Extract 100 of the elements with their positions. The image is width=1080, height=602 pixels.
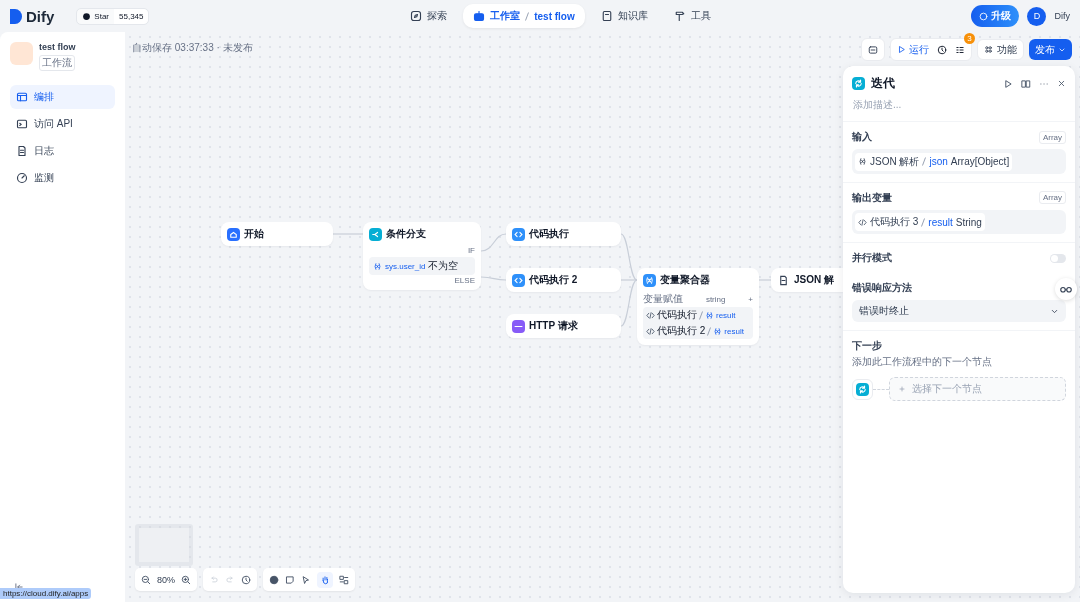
code-icon bbox=[646, 310, 655, 320]
features-button[interactable]: 功能 bbox=[977, 39, 1024, 60]
hand-icon bbox=[320, 574, 330, 585]
node-title: 代码执行 bbox=[529, 227, 569, 241]
node-title: HTTP 请求 bbox=[529, 319, 578, 333]
sidebar-item[interactable]: 访问 API bbox=[10, 112, 115, 136]
node-title: JSON 解 bbox=[794, 273, 834, 287]
status-url: https://cloud.dify.ai/apps bbox=[0, 588, 92, 599]
workflow-node[interactable]: JSON 解 bbox=[771, 268, 843, 292]
connector-line bbox=[480, 276, 507, 281]
sidebar-item[interactable]: 监测 bbox=[10, 166, 115, 190]
variable-field[interactable]: 代码执行 3 result String bbox=[852, 209, 1066, 234]
github-star-button[interactable]: Star 55,345 bbox=[76, 7, 150, 25]
toggle-switch[interactable] bbox=[1050, 253, 1066, 263]
sidebar-item[interactable]: 日志 bbox=[10, 139, 115, 163]
close-icon bbox=[1057, 79, 1066, 88]
slash-icon bbox=[525, 11, 530, 21]
variable-field[interactable]: JSON 解析 json Array[Object] bbox=[852, 149, 1066, 174]
code-icon bbox=[512, 273, 525, 287]
env-button[interactable] bbox=[861, 38, 885, 61]
nav-tab[interactable]: 工作室 test flow bbox=[463, 4, 585, 28]
workflow-node[interactable]: 开始 bbox=[221, 222, 333, 246]
variable-icon bbox=[373, 261, 382, 271]
app-type-tag: 工作流 bbox=[39, 55, 75, 71]
variable-chip: JSON 解析 json Array[Object] bbox=[855, 152, 1013, 171]
node-title: 条件分支 bbox=[386, 227, 426, 241]
variable-icon bbox=[713, 326, 723, 336]
type-label: string bbox=[705, 294, 726, 304]
loop-icon bbox=[856, 382, 869, 396]
workflow-node[interactable]: 代码执行 bbox=[506, 222, 621, 246]
section-label: 下一步 bbox=[852, 339, 882, 353]
logo-icon bbox=[10, 8, 22, 24]
hint-text: 添加此工作流程中的下一个节点 bbox=[852, 355, 993, 369]
sidebar-item[interactable]: 编排 bbox=[10, 85, 115, 109]
grid-icon bbox=[984, 45, 993, 54]
nav-tab[interactable]: 工具 bbox=[663, 4, 721, 28]
condition-node[interactable]: 条件分支 IF sys.user_id 不为空 ELSE bbox=[363, 222, 481, 290]
document-icon bbox=[777, 273, 790, 287]
variable-chip: 代码执行 3 result String bbox=[855, 213, 985, 231]
terminal-icon bbox=[16, 118, 28, 130]
book-icon bbox=[600, 10, 613, 22]
variable-icon bbox=[705, 310, 714, 320]
zoom-in-icon bbox=[181, 574, 191, 585]
document-icon bbox=[16, 145, 28, 157]
source-label: 代码执行 2 bbox=[657, 324, 706, 338]
connector-line bbox=[480, 233, 507, 252]
upgrade-button[interactable]: 升级 bbox=[971, 5, 1020, 27]
branch-label: IF bbox=[466, 246, 475, 256]
robot-icon bbox=[473, 10, 486, 22]
group-label: 变量赋值 bbox=[643, 292, 683, 306]
variable-icon bbox=[858, 157, 867, 166]
compass-icon bbox=[410, 10, 423, 22]
layout-icon bbox=[16, 91, 28, 103]
plus-icon bbox=[898, 385, 906, 393]
type-tag: Array bbox=[1038, 130, 1066, 144]
workflow-node[interactable]: HTTP 请求 bbox=[506, 314, 621, 338]
variable-name: sys.user_id bbox=[385, 261, 426, 271]
slash-icon bbox=[921, 217, 926, 227]
section-label: 错误响应方法 bbox=[852, 281, 912, 295]
code-icon bbox=[646, 326, 655, 336]
count-badge: 3 bbox=[964, 33, 975, 44]
branch-icon bbox=[369, 227, 382, 241]
source-label: 代码执行 bbox=[657, 308, 697, 322]
layout-icon bbox=[339, 574, 349, 585]
zoom-level[interactable]: 80% bbox=[157, 574, 175, 585]
history-icon bbox=[937, 44, 947, 55]
code-icon bbox=[858, 217, 867, 227]
variable-name: result bbox=[716, 310, 736, 320]
publish-button[interactable]: 发布 bbox=[1029, 39, 1072, 60]
checklist-icon bbox=[955, 44, 965, 55]
aggregator-node[interactable]: 变量聚合器 变量赋值 string + 代码执行 result 代码执行 2 result bbox=[637, 268, 759, 345]
history-icon bbox=[241, 574, 251, 585]
avatar[interactable]: D bbox=[1027, 6, 1047, 26]
workflow-node[interactable]: 代码执行 2 bbox=[506, 268, 621, 292]
app-name: test flow bbox=[39, 42, 76, 52]
section-label: 输出变量 bbox=[852, 190, 892, 205]
nav-tab[interactable]: 知识库 bbox=[590, 4, 658, 28]
slash-icon bbox=[922, 157, 927, 166]
error-select[interactable]: 错误时终止 bbox=[852, 300, 1066, 322]
add-button[interactable]: + bbox=[748, 294, 753, 304]
nav-tab[interactable]: 探索 bbox=[400, 4, 458, 28]
node-title: 开始 bbox=[244, 227, 264, 241]
play-icon bbox=[897, 45, 906, 54]
app-icon bbox=[10, 42, 33, 65]
branch-label: ELSE bbox=[453, 276, 475, 287]
undo-icon bbox=[209, 574, 219, 585]
panel-title: 迭代 bbox=[871, 75, 895, 92]
hammer-icon bbox=[673, 10, 686, 22]
variable-icon bbox=[643, 273, 656, 287]
glasses-icon[interactable] bbox=[1055, 278, 1077, 300]
book-icon bbox=[1021, 78, 1031, 89]
node-title: 代码执行 2 bbox=[529, 273, 578, 287]
home-icon bbox=[227, 227, 240, 241]
type-tag: Array bbox=[1038, 191, 1066, 204]
section-label: 输入 bbox=[852, 130, 872, 144]
node-title: 变量聚合器 bbox=[660, 273, 710, 287]
gauge-icon bbox=[16, 172, 28, 184]
logo-text: Dify bbox=[26, 7, 55, 25]
user-name[interactable]: Dify bbox=[1054, 11, 1070, 21]
section-label: 并行模式 bbox=[852, 251, 892, 265]
